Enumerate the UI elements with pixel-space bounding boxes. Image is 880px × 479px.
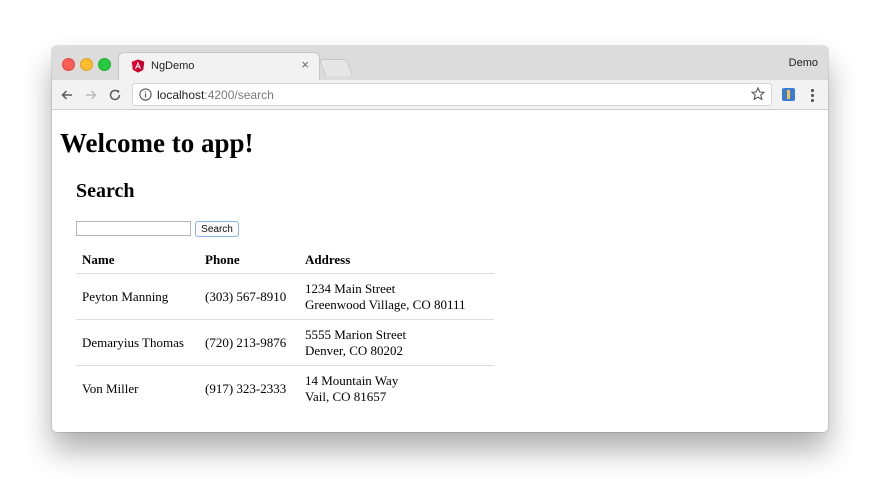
url-host: localhost (157, 88, 205, 102)
menu-dots-icon[interactable] (807, 86, 817, 104)
address-city: Vail, CO 81657 (305, 388, 387, 404)
info-icon[interactable] (139, 88, 152, 101)
extension-icon[interactable] (782, 88, 795, 101)
tab-bar: NgDemo × Demo (52, 46, 828, 80)
column-header-address: Address (299, 246, 494, 274)
back-button[interactable] (58, 86, 76, 104)
angular-favicon-icon (131, 59, 145, 73)
cell-phone: (303) 567-8910 (199, 273, 299, 320)
cell-name: Peyton Manning (76, 273, 199, 320)
minimize-window-button[interactable] (80, 58, 93, 71)
address-city: Greenwood Village, CO 80111 (305, 296, 466, 312)
page-title: Welcome to app! (60, 128, 254, 158)
url-text[interactable]: localhost:4200/search (157, 88, 274, 102)
search-input[interactable] (76, 221, 191, 236)
cell-phone: (917) 323-2333 (205, 380, 287, 396)
results-table: Name Phone Address Peyton Manning (303) … (76, 246, 494, 411)
tab-ngdemo[interactable]: NgDemo × (118, 52, 320, 80)
reload-button[interactable] (106, 86, 124, 104)
table-row: Peyton Manning (303) 567-8910 1234 Main … (76, 273, 494, 320)
cell-address: 14 Mountain Way Vail, CO 81657 (299, 366, 494, 412)
cell-name: Demaryius Thomas (76, 319, 199, 366)
url-path: :4200/search (204, 88, 274, 102)
cell-address: 1234 Main Street Greenwood Village, CO 80… (299, 273, 494, 320)
page-content: Welcome to app! Search Search Name Phone… (52, 110, 828, 432)
address-bar[interactable]: localhost:4200/search (132, 83, 772, 106)
reload-icon (109, 89, 121, 101)
forward-arrow-icon (86, 90, 97, 100)
table-row: Von Miller (917) 323-2333 14 Mountain Wa… (76, 366, 494, 412)
cell-address: 5555 Marion Street Denver, CO 80202 (299, 319, 494, 366)
zoom-window-button[interactable] (98, 58, 111, 71)
close-window-button[interactable] (62, 58, 75, 71)
table-row: Demaryius Thomas (720) 213-9876 5555 Mar… (76, 319, 494, 366)
address-street: 14 Mountain Way (305, 372, 399, 388)
tab-close-icon[interactable]: × (301, 58, 309, 72)
cell-phone: (720) 213-9876 (199, 319, 299, 366)
profile-name[interactable]: Demo (789, 57, 818, 69)
table-header-row: Name Phone Address (76, 246, 494, 274)
search-heading: Search (76, 180, 135, 202)
search-button[interactable]: Search (195, 221, 239, 237)
back-arrow-icon (61, 90, 72, 100)
column-header-phone: Phone (199, 246, 299, 274)
cell-name: Von Miller (82, 380, 139, 396)
column-header-name: Name (76, 246, 199, 274)
address-street: 5555 Marion Street (305, 326, 407, 342)
new-tab-button[interactable] (318, 59, 354, 76)
address-city: Denver, CO 80202 (305, 342, 404, 358)
forward-button[interactable] (82, 86, 100, 104)
star-icon[interactable] (751, 87, 765, 101)
address-street: 1234 Main Street (305, 280, 396, 296)
browser-toolbar: localhost:4200/search (52, 80, 828, 110)
browser-window: NgDemo × Demo localhost:4200/search Welc… (52, 46, 828, 432)
tab-title: NgDemo (151, 60, 195, 72)
